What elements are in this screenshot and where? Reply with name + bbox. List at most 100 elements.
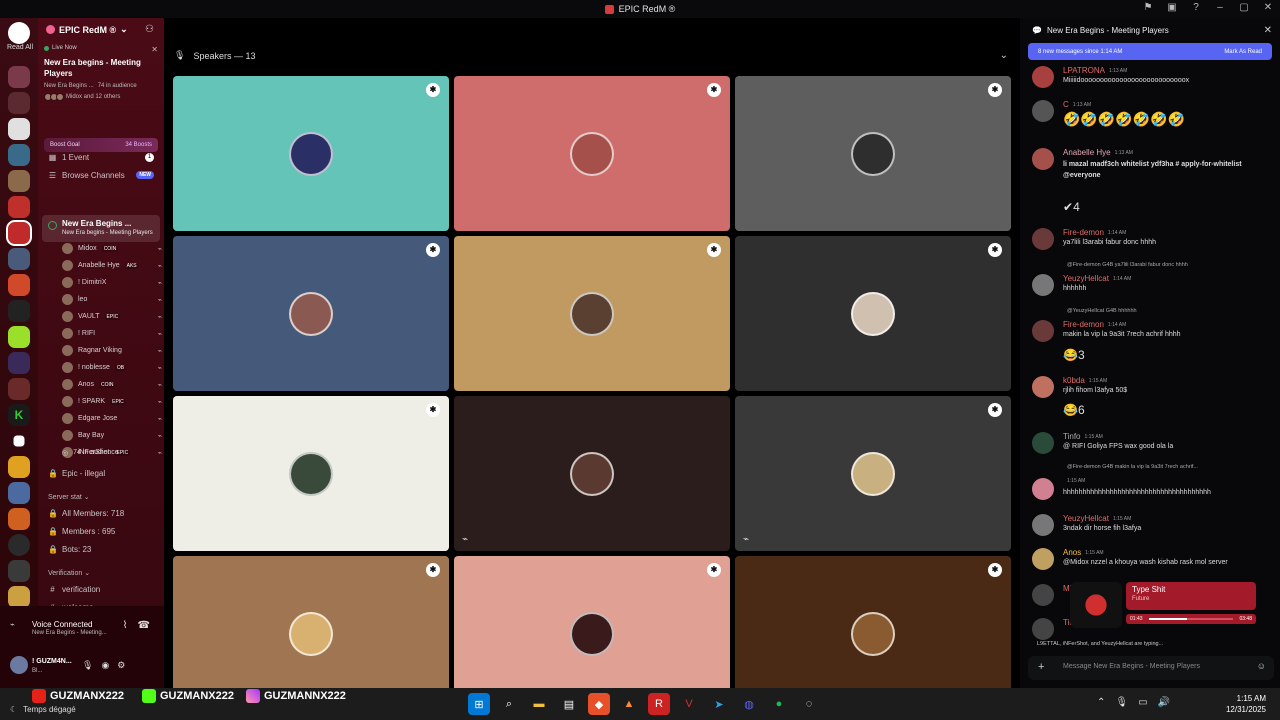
- speaker-tile[interactable]: ✱: [735, 236, 1011, 391]
- category-server-stat[interactable]: Server stat ⌄: [48, 493, 90, 501]
- message-author[interactable]: Anabelle Hye: [1063, 148, 1111, 157]
- chevron-down-icon[interactable]: ⌄: [1000, 50, 1008, 61]
- speaker-tile[interactable]: ✱: [173, 396, 449, 551]
- server-icon[interactable]: [8, 248, 30, 270]
- message-author[interactable]: YeuzyHellcat: [1063, 514, 1109, 523]
- discord-icon[interactable]: ◍: [738, 693, 760, 715]
- avatar[interactable]: [1032, 432, 1054, 454]
- server-icon[interactable]: [8, 508, 30, 530]
- avatar[interactable]: [1032, 320, 1054, 342]
- close-icon[interactable]: ✕: [151, 45, 158, 54]
- server-icon[interactable]: [8, 482, 30, 504]
- speaker-tile[interactable]: ✱: [454, 236, 730, 391]
- message-author[interactable]: Fire-demon: [1063, 228, 1104, 237]
- close-chat-button[interactable]: ✕: [1264, 25, 1272, 36]
- channel-verification[interactable]: # verification: [38, 581, 164, 597]
- headset-icon[interactable]: ◉: [101, 660, 109, 671]
- network-icon[interactable]: ▭: [1138, 697, 1147, 708]
- message-input[interactable]: Message New Era Begins - Meeting Players: [1063, 663, 1200, 670]
- avatar[interactable]: [1032, 228, 1054, 250]
- voice-member[interactable]: Anos COIN ⌁: [62, 376, 162, 393]
- message-author[interactable]: YeuzyHellcat: [1063, 274, 1109, 283]
- voice-member[interactable]: ! SPARK EPIC ⌁: [62, 393, 162, 410]
- events-row[interactable]: ▦ 1 Event 1: [38, 149, 164, 165]
- avatar[interactable]: [10, 656, 28, 674]
- file-explorer-icon[interactable]: ▬: [528, 693, 550, 715]
- plus-icon[interactable]: +: [1038, 661, 1044, 673]
- flag-icon[interactable]: ⚑: [1142, 2, 1154, 14]
- server-icon[interactable]: [13, 435, 25, 447]
- mark-as-read-button[interactable]: Mark As Read: [1224, 49, 1262, 55]
- server-icon[interactable]: [8, 274, 30, 296]
- new-messages-bar[interactable]: 8 new messages since 1:14 AM Mark As Read: [1028, 43, 1272, 60]
- invite-icon[interactable]: ⚇: [145, 24, 154, 35]
- redm-icon[interactable]: R: [648, 693, 670, 715]
- disconnect-icon[interactable]: ☎: [138, 620, 150, 631]
- message-author[interactable]: k0bda: [1063, 376, 1085, 385]
- voice-connected-channel[interactable]: New Era Begins - Meeting...: [32, 630, 107, 636]
- server-icon[interactable]: [8, 300, 30, 322]
- windows-start-icon[interactable]: ⊞: [468, 693, 490, 715]
- avatar[interactable]: [1032, 618, 1054, 640]
- help-icon[interactable]: ?: [1190, 2, 1202, 14]
- server-name-header[interactable]: EPIC RedM ® ⌄: [46, 24, 128, 35]
- server-icon[interactable]: [8, 144, 30, 166]
- app-icon[interactable]: ◌: [798, 693, 820, 715]
- avatar[interactable]: [1032, 100, 1054, 122]
- avatar[interactable]: [1032, 274, 1054, 296]
- avatar[interactable]: [1032, 66, 1054, 88]
- voice-member[interactable]: Anabelle Hye AKS ⌁: [62, 257, 162, 274]
- avatar[interactable]: [1032, 376, 1054, 398]
- minimize-button[interactable]: –: [1214, 2, 1226, 14]
- monitor-icon[interactable]: ▣: [1166, 2, 1178, 14]
- server-icon[interactable]: [8, 586, 30, 608]
- music-player-overlay[interactable]: Type Shit Future 01:43 03:48: [1070, 582, 1256, 628]
- reply-preview[interactable]: @Fire-demon G4B makin la vip la 9a3it 7r…: [1067, 464, 1198, 470]
- voice-member[interactable]: ! DimitriX ⌁: [62, 274, 162, 291]
- store-icon[interactable]: ▤: [558, 693, 580, 715]
- server-icon[interactable]: [8, 352, 30, 374]
- maximize-button[interactable]: ▢: [1238, 2, 1250, 14]
- server-icon[interactable]: [8, 92, 30, 114]
- avatar[interactable]: [1032, 548, 1054, 570]
- weather-widget[interactable]: ☾ Temps dégagé: [10, 705, 76, 714]
- server-icon[interactable]: [8, 118, 30, 140]
- voice-member[interactable]: ! RIFI ⌁: [62, 325, 162, 342]
- message-author[interactable]: Tinfo: [1063, 432, 1081, 441]
- reply-preview[interactable]: @YeuzyHellcat G4B hhhhhh: [1067, 308, 1137, 314]
- telegram-icon[interactable]: ➤: [708, 693, 730, 715]
- app-icon[interactable]: V: [678, 693, 700, 715]
- stat-bots[interactable]: 🔒 Bots: 23: [38, 541, 164, 557]
- server-icon[interactable]: [8, 170, 30, 192]
- speaker-tile[interactable]: ✱: [173, 236, 449, 391]
- stat-members[interactable]: 🔒 Members : 695: [38, 523, 164, 539]
- reaction-pill[interactable]: 😂3: [1063, 348, 1280, 362]
- voice-member[interactable]: Bay Bay ⌁: [62, 427, 162, 444]
- server-icon[interactable]: [8, 456, 30, 478]
- speaker-tile[interactable]: ⌁: [454, 396, 730, 551]
- reaction-pill[interactable]: ✔4: [1063, 200, 1280, 214]
- stat-all-members[interactable]: 🔒 All Members: 718: [38, 505, 164, 521]
- speaker-tile[interactable]: ✱: [173, 76, 449, 231]
- app-icon[interactable]: ▲: [618, 693, 640, 715]
- voice-member[interactable]: ! noblesse OB ⌁: [62, 359, 162, 376]
- server-icon[interactable]: [8, 196, 30, 218]
- avatar[interactable]: [1032, 478, 1054, 500]
- noise-suppression-icon[interactable]: ⌇: [123, 620, 128, 631]
- avatar[interactable]: [1032, 584, 1054, 606]
- speaker-tile[interactable]: ✱: [735, 76, 1011, 231]
- brave-icon[interactable]: ◆: [588, 693, 610, 715]
- gear-icon[interactable]: ⚙: [117, 660, 125, 671]
- server-icon[interactable]: [8, 534, 30, 556]
- stage-channel-active[interactable]: New Era Begins ... New Era begins - Meet…: [42, 215, 160, 242]
- message-author[interactable]: Anos: [1063, 548, 1081, 557]
- voice-member[interactable]: Edgare Jose ⌁: [62, 410, 162, 427]
- system-clock[interactable]: 1:15 AM 12/31/2025: [1226, 693, 1266, 715]
- search-icon[interactable]: ⌕: [498, 693, 520, 715]
- reply-preview[interactable]: @Fire-demon G4B ya7lili l3arabi fabur do…: [1067, 262, 1188, 268]
- browse-channels-row[interactable]: ☰ Browse Channels NEW: [38, 167, 164, 183]
- volume-icon[interactable]: 🔊: [1158, 697, 1170, 708]
- track-progress[interactable]: 01:43 03:48: [1126, 614, 1256, 624]
- voice-connected-status[interactable]: Voice Connected: [32, 620, 93, 629]
- voice-member[interactable]: Ragnar Viking ⌁: [62, 342, 162, 359]
